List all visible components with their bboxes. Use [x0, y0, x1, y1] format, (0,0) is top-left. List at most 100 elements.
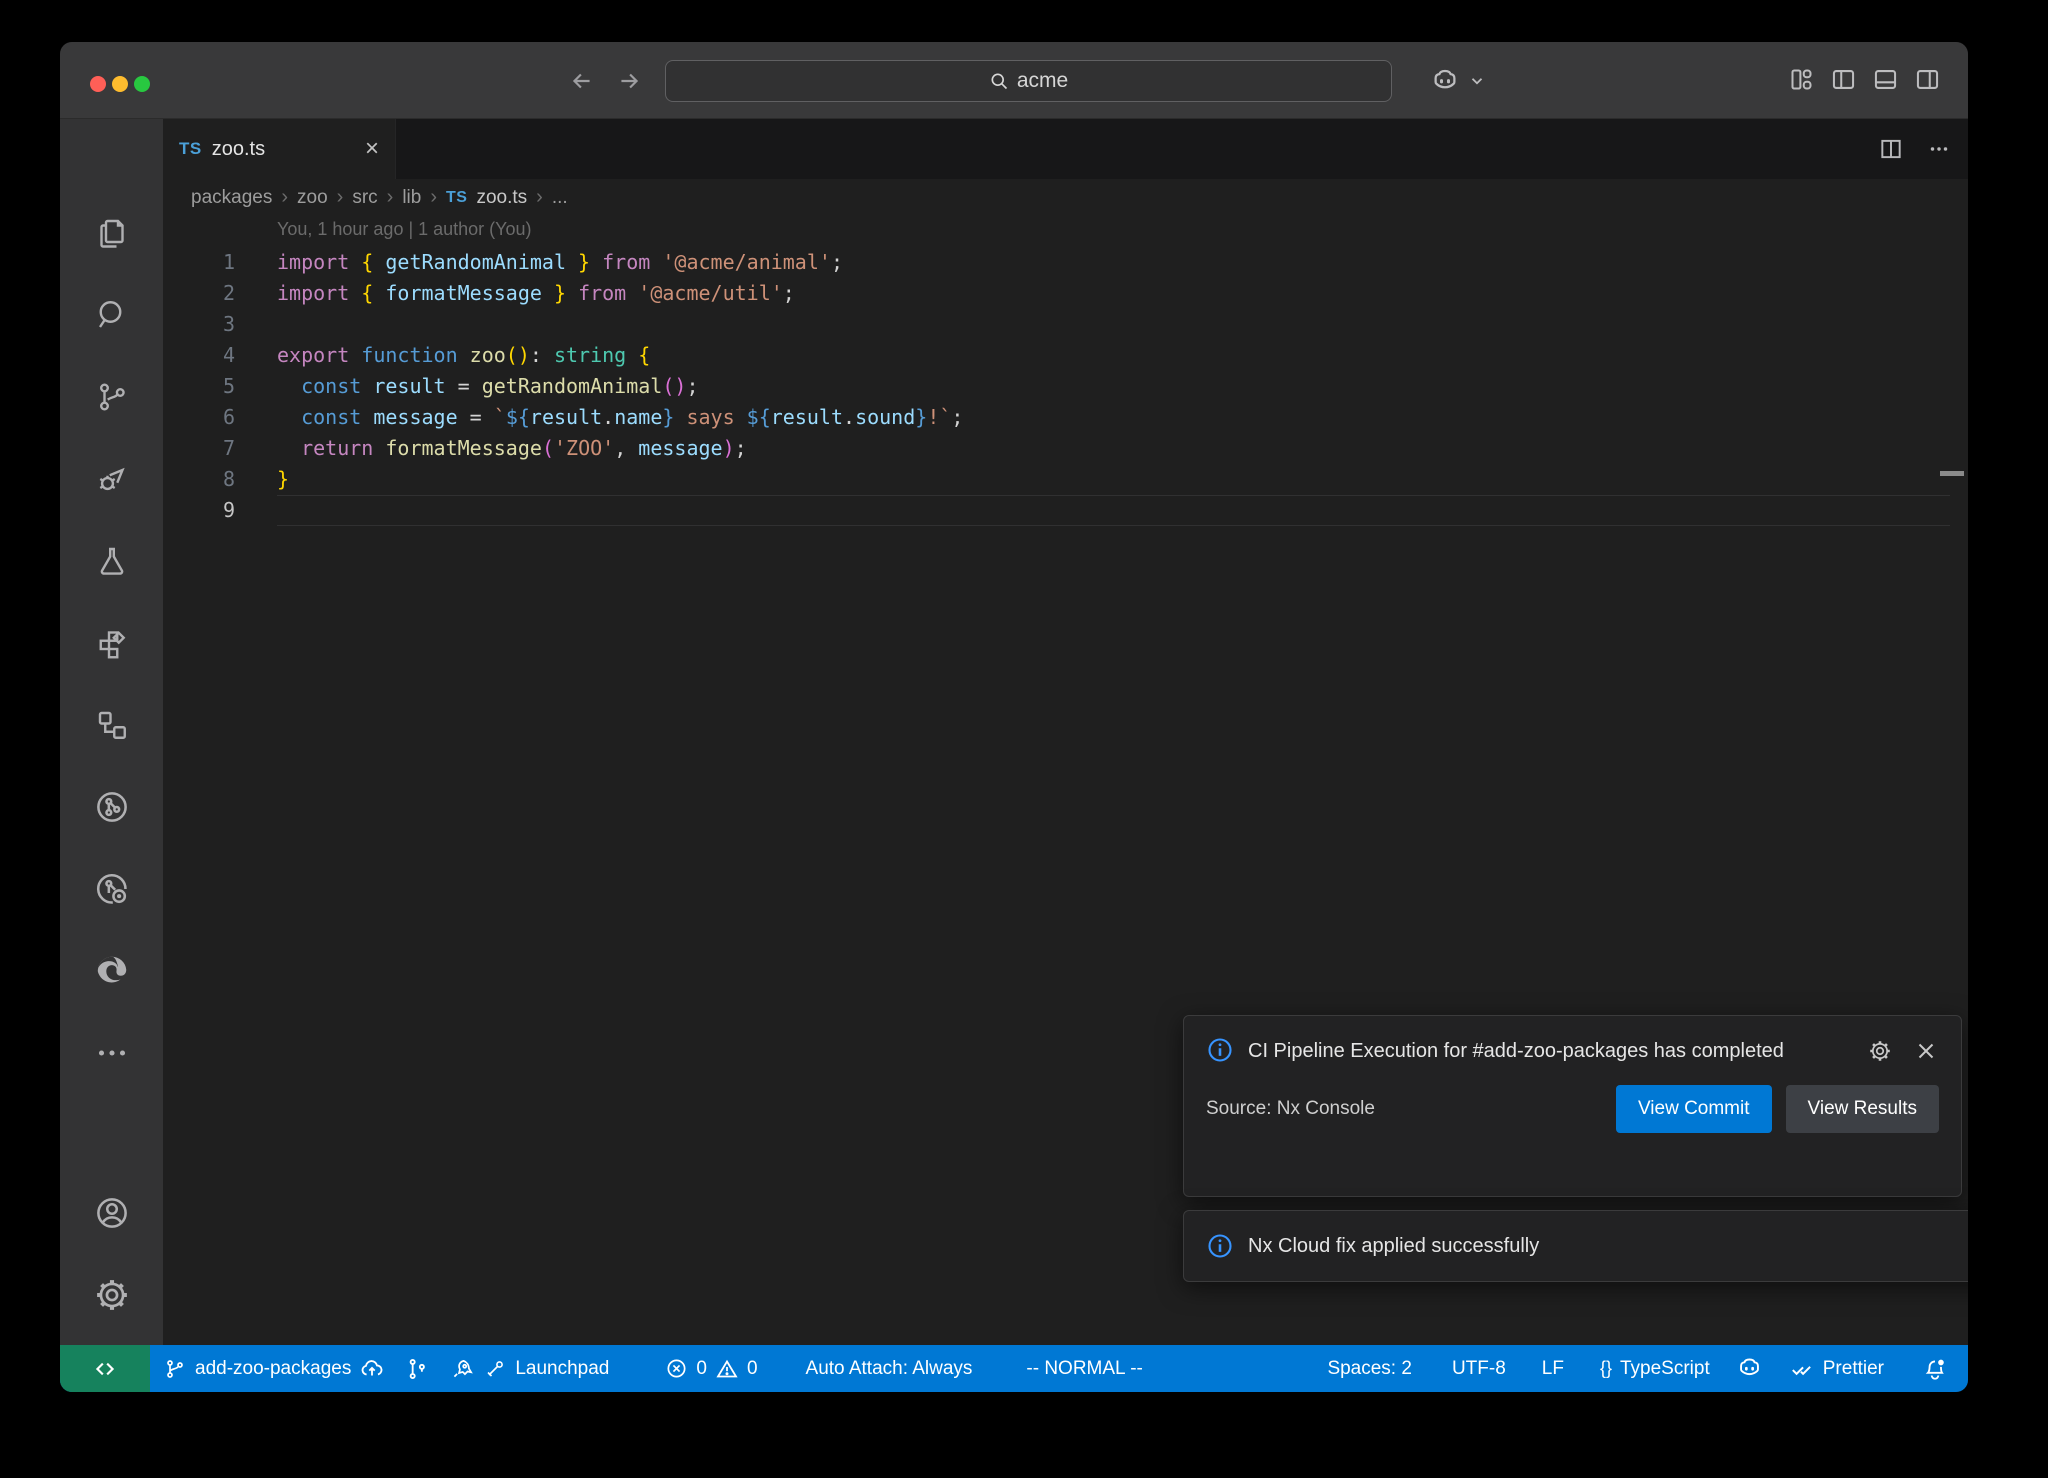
code-line[interactable]: 8} [163, 464, 1968, 495]
line-number: 8 [163, 464, 235, 495]
vscode-window: acme [60, 42, 1968, 1392]
code-line[interactable]: 1import { getRandomAnimal } from '@acme/… [163, 247, 1968, 278]
breadcrumb-item[interactable]: src [352, 187, 377, 209]
nx-cloud-icon[interactable] [88, 865, 136, 913]
title-bar: acme [60, 42, 1968, 119]
nx-console-icon[interactable] [88, 783, 136, 831]
tab-zoo-ts[interactable]: TS zoo.ts × [163, 119, 396, 179]
traffic-lights [90, 76, 150, 92]
breadcrumb-item[interactable]: zoo [297, 187, 328, 209]
notifications-bell[interactable] [1909, 1356, 1954, 1382]
zoom-window-button[interactable] [134, 76, 150, 92]
minimize-window-button[interactable] [112, 76, 128, 92]
go-back-icon[interactable] [565, 64, 599, 98]
line-number: 4 [163, 340, 235, 371]
source-control-icon[interactable] [88, 373, 136, 421]
launchpad-label: Launchpad [515, 1358, 609, 1380]
language-status[interactable]: {} TypeScript [1587, 1358, 1723, 1380]
branch-name: add-zoo-packages [195, 1358, 351, 1380]
code-editor[interactable]: 1import { getRandomAnimal } from '@acme/… [163, 247, 1968, 526]
breadcrumb-item[interactable]: packages [191, 187, 272, 209]
close-tab-icon[interactable]: × [365, 137, 379, 161]
error-count: 0 [696, 1358, 707, 1380]
accounts-icon[interactable] [88, 1189, 136, 1237]
activity-bar [60, 119, 163, 1345]
extensions-icon[interactable] [88, 619, 136, 667]
copilot-status[interactable] [1723, 1355, 1776, 1382]
testing-icon[interactable] [88, 537, 136, 585]
toggle-panel-icon[interactable] [1872, 66, 1899, 93]
code-line[interactable]: 2import { formatMessage } from '@acme/ut… [163, 278, 1968, 309]
line-number: 1 [163, 247, 235, 278]
breadcrumb-separator: › [337, 186, 344, 209]
code-line[interactable]: 7 return formatMessage('ZOO', message); [163, 433, 1968, 464]
code-text: export function zoo(): string { [235, 340, 650, 371]
status-bar: add-zoo-packages Launchpad 0 [60, 1345, 1968, 1392]
line-number: 3 [163, 309, 235, 340]
breadcrumb-file[interactable]: zoo.ts [476, 187, 527, 209]
code-line[interactable]: 5 const result = getRandomAnimal(); [163, 371, 1968, 402]
more-views-icon[interactable] [88, 1029, 136, 1077]
code-text: return formatMessage('ZOO', message); [235, 433, 747, 464]
close-window-button[interactable] [90, 76, 106, 92]
problems-status[interactable]: 0 0 [652, 1345, 770, 1392]
copilot-icon[interactable] [1430, 66, 1460, 96]
chevron-down-icon[interactable] [1468, 72, 1486, 90]
breadcrumb-separator: › [430, 186, 437, 209]
remote-indicator[interactable] [60, 1345, 150, 1392]
breadcrumb-separator: › [387, 186, 394, 209]
code-text: import { getRandomAnimal } from '@acme/a… [235, 247, 843, 278]
git-branch-icon [163, 1357, 187, 1381]
settings-gear-icon[interactable] [88, 1271, 136, 1319]
double-check-icon [1789, 1356, 1815, 1382]
search-value: acme [1017, 69, 1068, 93]
toggle-secondary-sidebar-icon[interactable] [1914, 66, 1941, 93]
auto-attach-status[interactable]: Auto Attach: Always [793, 1345, 986, 1392]
line-number: 2 [163, 278, 235, 309]
command-center-search[interactable]: acme [665, 60, 1392, 102]
code-line[interactable]: 3 [163, 309, 1968, 340]
line-number: 9 [163, 495, 235, 526]
rocket-icon [449, 1356, 475, 1382]
line-number: 5 [163, 371, 235, 402]
toggle-primary-sidebar-icon[interactable] [1830, 66, 1857, 93]
notification-message: CI Pipeline Execution for #add-zoo-packa… [1248, 1036, 1848, 1067]
launchpad-status[interactable]: Launchpad [436, 1345, 622, 1392]
references-icon[interactable] [88, 701, 136, 749]
explorer-icon[interactable] [88, 209, 136, 257]
vim-mode-status[interactable]: -- NORMAL -- [1013, 1345, 1155, 1392]
warning-triangle-icon [715, 1357, 739, 1381]
encoding-status[interactable]: UTF-8 [1439, 1358, 1519, 1380]
eol-status[interactable]: LF [1529, 1358, 1577, 1380]
git-branch-status[interactable]: add-zoo-packages [150, 1345, 398, 1392]
indentation-status[interactable]: Spaces: 2 [1314, 1358, 1425, 1380]
typescript-file-icon: TS [179, 139, 202, 159]
code-text [235, 309, 277, 340]
breadcrumb-item[interactable]: lib [402, 187, 421, 209]
customize-layout-icon[interactable] [1788, 66, 1815, 93]
notification-toast-nx-cloud: Nx Cloud fix applied successfully [1183, 1210, 1968, 1282]
formatter-status[interactable]: Prettier [1776, 1356, 1897, 1382]
edge-browser-icon[interactable] [88, 947, 136, 995]
code-line[interactable]: 4export function zoo(): string { [163, 340, 1968, 371]
line-number: 6 [163, 402, 235, 433]
code-line[interactable]: 6 const message = `${result.name} says $… [163, 402, 1968, 433]
overview-ruler-cursor-mark [1940, 471, 1964, 476]
error-circle-icon [665, 1357, 688, 1380]
more-actions-icon[interactable] [1926, 136, 1952, 162]
notification-settings-gear-icon[interactable] [1867, 1038, 1893, 1064]
view-commit-button[interactable]: View Commit [1616, 1085, 1772, 1133]
notification-close-icon[interactable] [1913, 1038, 1939, 1064]
go-forward-icon[interactable] [612, 64, 646, 98]
breadcrumb-separator: › [281, 186, 288, 209]
run-and-debug-icon[interactable] [88, 455, 136, 503]
breadcrumb-overflow[interactable]: ... [552, 187, 568, 209]
wrench-icon [483, 1357, 507, 1381]
search-icon[interactable] [88, 291, 136, 339]
split-editor-icon[interactable] [1878, 136, 1904, 162]
code-line[interactable]: 9 [163, 495, 1968, 526]
typescript-file-icon: TS [446, 189, 467, 207]
code-text: const result = getRandomAnimal(); [235, 371, 698, 402]
git-graph-status[interactable] [398, 1345, 436, 1392]
view-results-button[interactable]: View Results [1786, 1085, 1939, 1133]
